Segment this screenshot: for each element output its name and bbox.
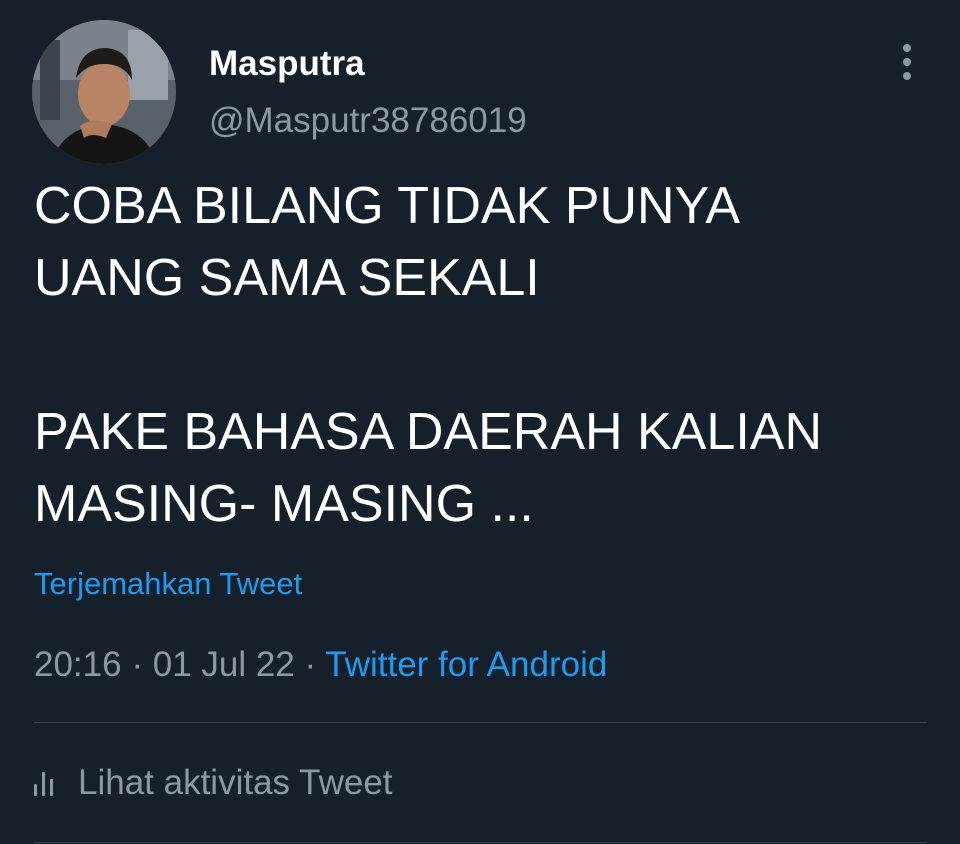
bar-chart-icon xyxy=(34,770,60,796)
meta-separator: · xyxy=(294,645,326,684)
more-options-button[interactable] xyxy=(890,40,924,84)
meta-separator: · xyxy=(121,645,153,684)
tweet-source-link[interactable]: Twitter for Android xyxy=(325,645,607,684)
avatar[interactable] xyxy=(32,20,176,164)
tweet-metadata: 20:16 · 01 Jul 22 · Twitter for Android xyxy=(34,644,607,686)
tweet-time[interactable]: 20:16 xyxy=(34,645,122,684)
tweet-activity-label: Lihat aktivitas Tweet xyxy=(78,763,393,802)
more-vertical-icon xyxy=(903,44,911,52)
tweet-text-line: COBA BILANG TIDAK PUNYA xyxy=(34,177,741,235)
divider xyxy=(34,842,927,843)
user-handle[interactable]: @Masputr38786019 xyxy=(209,100,527,142)
tweet-text-line: MASING- MASING ... xyxy=(34,475,534,533)
divider xyxy=(34,722,927,723)
display-name[interactable]: Masputra xyxy=(209,44,365,84)
translate-tweet-link[interactable]: Terjemahkan Tweet xyxy=(34,565,302,603)
tweet-text-line: PAKE BAHASA DAERAH KALIAN xyxy=(34,403,822,461)
tweet-text-line: UANG SAMA SEKALI xyxy=(34,249,540,307)
tweet-card: Masputra @Masputr38786019 COBA BILANG TI… xyxy=(0,0,960,844)
tweet-date[interactable]: 01 Jul 22 xyxy=(153,645,295,684)
more-vertical-icon-dot xyxy=(903,72,911,80)
avatar-photo xyxy=(32,20,176,164)
tweet-activity-button[interactable]: Lihat aktivitas Tweet xyxy=(34,760,393,806)
more-vertical-icon-dot xyxy=(903,58,911,66)
